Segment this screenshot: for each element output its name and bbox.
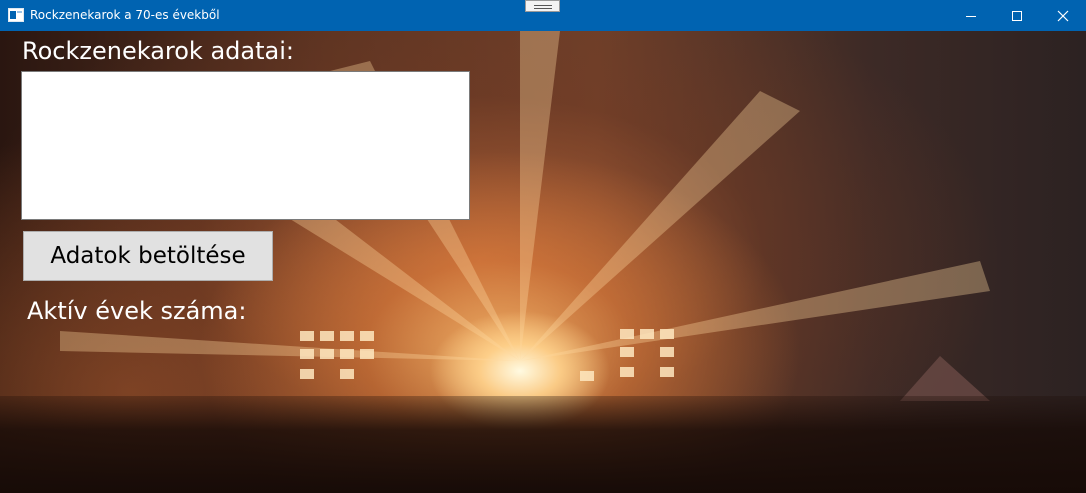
close-button[interactable] (1040, 0, 1086, 31)
maximize-icon (1012, 10, 1022, 21)
minimize-icon (966, 15, 976, 17)
minimize-button[interactable] (948, 0, 994, 31)
maximize-button[interactable] (994, 0, 1040, 31)
window-title: Rockzenekarok a 70-es évekből (30, 8, 220, 22)
load-data-button[interactable]: Adatok betöltése (23, 231, 273, 281)
window-app-icon (8, 8, 24, 22)
client-area: Rockzenekarok adatai: Adatok betöltése A… (0, 31, 1086, 493)
drag-grip-icon[interactable] (525, 0, 560, 12)
crowd-silhouette (0, 396, 1086, 493)
app-window: Rockzenekarok a 70-es évekből Rockzeneka… (0, 0, 1086, 493)
title-bar[interactable]: Rockzenekarok a 70-es évekből (0, 0, 1086, 31)
bands-data-textbox[interactable] (21, 71, 470, 220)
close-icon (1057, 10, 1069, 21)
bands-data-label: Rockzenekarok adatai: (22, 37, 294, 65)
active-years-label: Aktív évek száma: (27, 297, 247, 325)
